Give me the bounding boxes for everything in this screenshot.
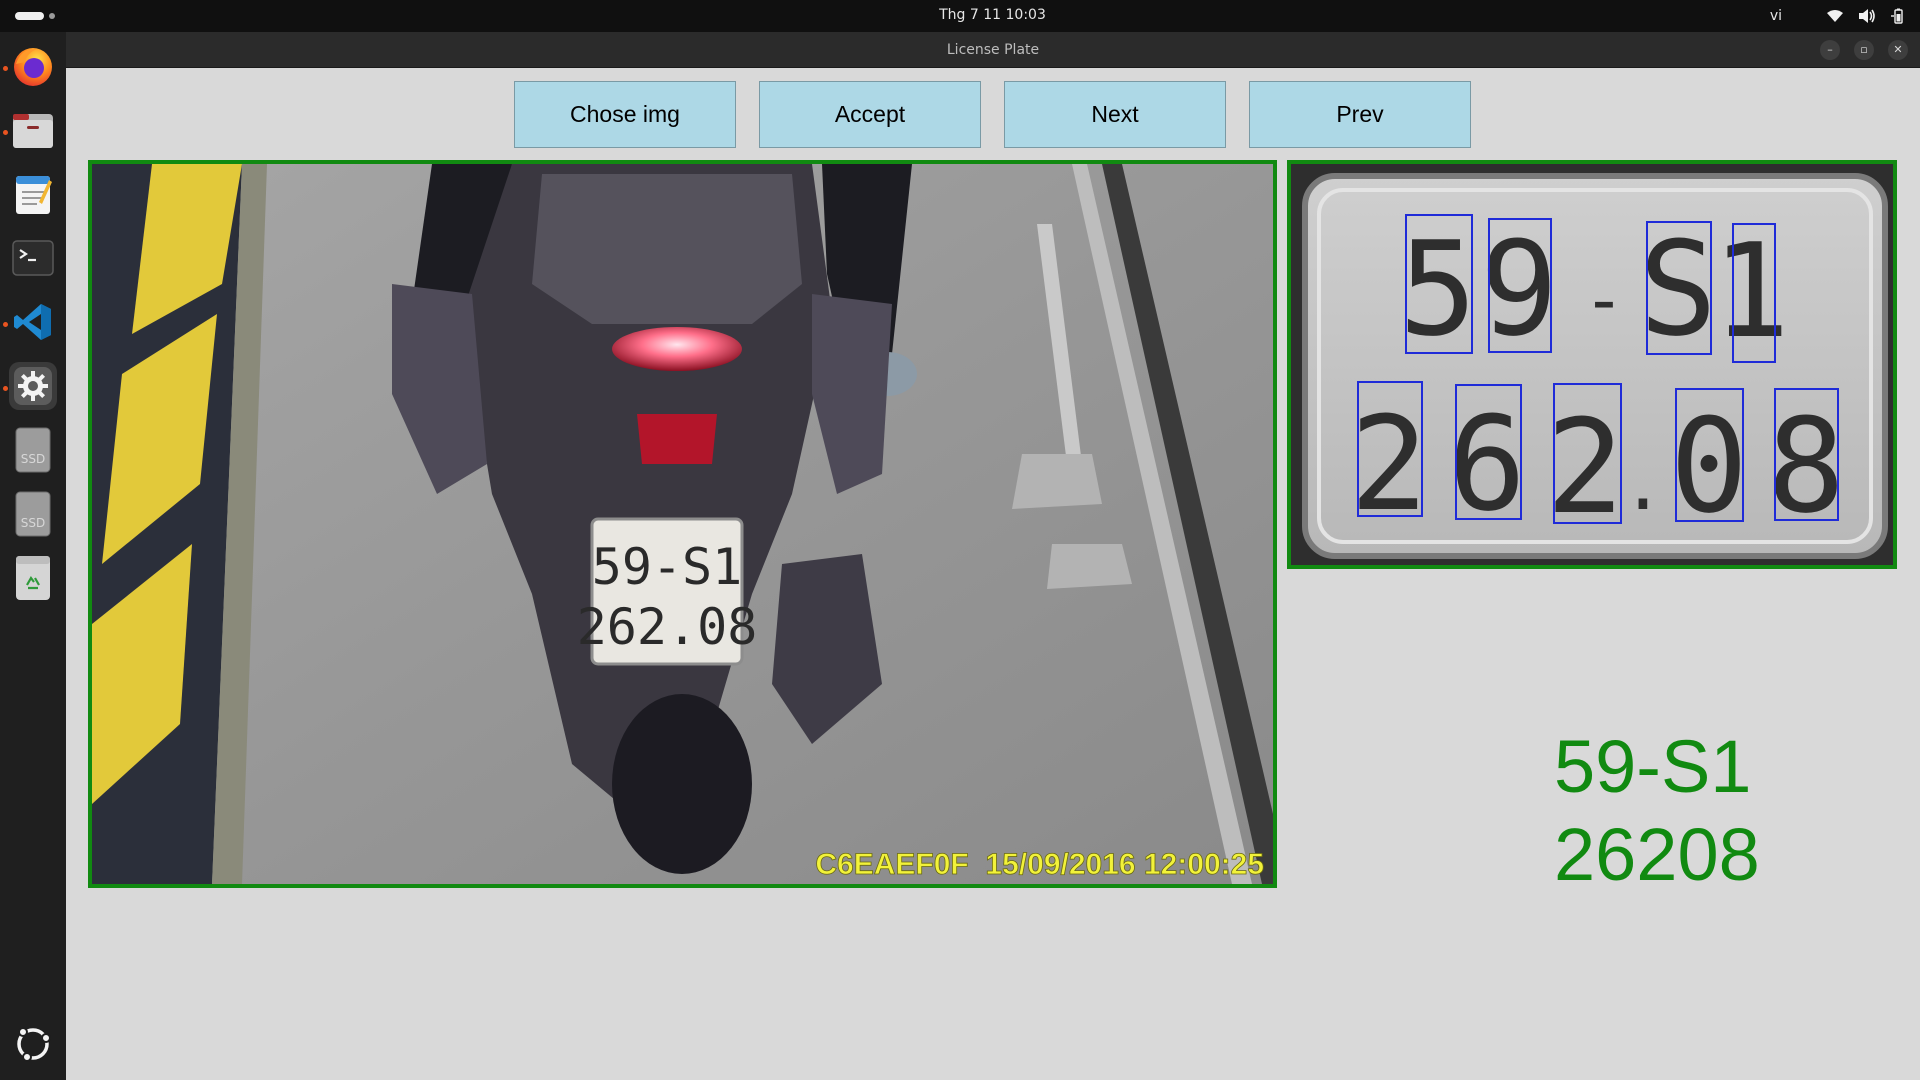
dock: SSD SSD [0,32,66,1080]
clock[interactable]: Thg 7 11 10:03 [0,0,1920,32]
accept-button[interactable]: Accept [759,81,981,148]
wifi-icon[interactable] [1826,9,1844,23]
close-button[interactable]: ✕ [1888,40,1908,60]
minimize-button[interactable]: – [1820,40,1840,60]
plate-char: 0 [1670,390,1748,542]
ssd-drive-label: SSD [20,516,46,530]
window-titlebar[interactable]: License Plate – ▫ ✕ [66,32,1920,68]
vscode-icon[interactable] [9,298,57,346]
next-button[interactable]: Next [1004,81,1226,148]
battery-icon[interactable] [1890,8,1906,24]
plate-char: S [1639,213,1717,365]
camera-image: 59-S1 262.08 C6EAEF0F 15/09/2016 12:00:2… [88,160,1277,888]
chose-img-button[interactable]: Chose img [514,81,736,148]
window-title: License Plate [946,42,1040,58]
plate-char: 2 [1350,388,1428,540]
plate-char: 1 [1712,215,1790,367]
show-apps-icon[interactable] [9,1020,57,1068]
prev-button[interactable]: Prev [1249,81,1471,148]
app-content: Chose img Accept Next Prev 59-S1 262.08 … [66,68,1920,1080]
trash-icon[interactable] [9,554,57,602]
top-bar: Thg 7 11 10:03 vi [0,0,1920,32]
ssd-drive-icon[interactable]: SSD [9,490,57,538]
keyboard-layout-indicator[interactable]: vi [1770,8,1782,24]
camera-timestamp-overlay: C6EAEF0F 15/09/2016 12:00:25 [815,848,1264,881]
ssd-drive-icon[interactable]: SSD [9,426,57,474]
running-indicator [3,322,8,327]
plate-char: 9 [1480,213,1558,365]
plate-crop-image: 5 9 - S 1 2 6 2 . 0 8 [1287,160,1897,569]
firefox-icon[interactable] [9,42,57,90]
text-editor-icon[interactable] [9,170,57,218]
files-icon[interactable] [9,106,57,154]
settings-icon[interactable] [9,362,57,410]
result-line1: 59-S1 [1554,725,1752,808]
running-indicator [3,130,8,135]
running-indicator [3,386,8,391]
result-line2: 26208 [1554,813,1760,896]
plate-char: 5 [1399,213,1477,365]
recognized-plate-text: 59-S1 26208 [1554,723,1760,899]
terminal-icon[interactable] [9,234,57,282]
system-tray[interactable]: vi [1770,0,1906,32]
plate-char: . [1622,444,1664,526]
running-indicator [3,66,8,71]
plate-char: - [1583,259,1625,341]
ssd-drive-label: SSD [20,452,46,466]
plate-char: 2 [1546,391,1624,543]
plate-char: 6 [1448,388,1526,540]
camera-plate-line1: 59-S1 [592,538,743,596]
maximize-button[interactable]: ▫ [1854,40,1874,60]
volume-icon[interactable] [1858,8,1876,24]
camera-plate-line2: 262.08 [577,598,758,656]
